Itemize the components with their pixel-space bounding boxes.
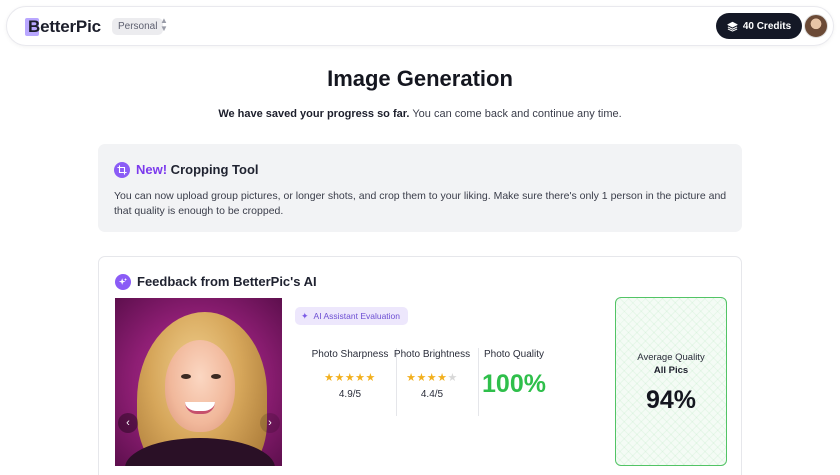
ai-feedback-card: Feedback from BetterPic's AI ‹ › ✦ AI As… <box>98 256 742 475</box>
photo-eye <box>181 374 191 379</box>
top-navigation-bar: BetterPic Personal ▲ ▼ 40 Credits <box>6 6 834 46</box>
carousel-next-button[interactable]: › <box>260 413 280 433</box>
crop-icon <box>114 162 130 178</box>
metric-quality: Photo Quality 100% <box>474 348 554 399</box>
metric-sharpness: Photo Sharpness ★★★★★ 4.9/5 <box>310 348 390 400</box>
crop-notice-title: New! Cropping Tool <box>136 162 259 177</box>
portrait-photo: ‹ › <box>115 298 282 466</box>
carousel-prev-button[interactable]: ‹ <box>118 413 138 433</box>
average-quality-sub: All Pics <box>653 365 689 376</box>
metric-brightness: Photo Brightness ★★★★★ 4.4/5 <box>392 348 472 400</box>
sparkle-icon <box>115 274 131 290</box>
average-quality-label: Average Quality <box>637 352 705 363</box>
subtitle-rest: You can come back and continue any time. <box>409 108 622 120</box>
star-rating: ★★★★★ <box>324 372 376 384</box>
workspace-badge[interactable]: Personal <box>112 18 164 35</box>
credits-button[interactable]: 40 Credits <box>716 13 802 39</box>
crop-title-text: Cropping Tool <box>167 162 259 177</box>
chevron-left-icon: ‹ <box>126 417 130 429</box>
page-title: Image Generation <box>327 66 513 91</box>
metric-label: Photo Quality <box>483 349 545 360</box>
metric-label: Photo Sharpness <box>311 349 389 360</box>
metric-value: 4.4/5 <box>420 389 444 400</box>
feedback-title: Feedback from BetterPic's AI <box>137 274 317 289</box>
metric-label: Photo Brightness <box>393 349 471 360</box>
evaluation-panel: ✦ AI Assistant Evaluation Photo Sharpnes… <box>282 298 607 466</box>
subtitle-bold: We have saved your progress so far. <box>218 108 410 120</box>
photo-face <box>165 340 235 432</box>
brand-name: BetterPic <box>28 17 101 36</box>
sparkle-icon: ✦ <box>301 310 309 321</box>
credits-label: 40 Credits <box>742 20 792 32</box>
photo-eye <box>211 374 221 379</box>
average-quality-card: Average Quality All Pics 94% <box>615 297 727 466</box>
ai-badge-label: AI Assistant Evaluation <box>313 311 401 321</box>
layers-icon <box>727 21 738 32</box>
ai-assistant-badge: ✦ AI Assistant Evaluation <box>295 307 409 325</box>
page-subtitle: We have saved your progress so far. You … <box>0 108 840 120</box>
chevron-right-icon: › <box>268 417 272 429</box>
new-label: New! <box>136 162 168 177</box>
crop-notice-description: You can now upload group pictures, or lo… <box>114 190 727 217</box>
user-avatar[interactable] <box>804 14 828 38</box>
star-rating: ★★★★★ <box>406 372 458 384</box>
cropping-tool-notice: New! Cropping Tool You can now upload gr… <box>98 144 742 232</box>
average-quality-value: 94% <box>645 386 697 414</box>
metric-value: 4.9/5 <box>338 389 362 400</box>
brand-logo[interactable]: BetterPic <box>25 16 101 38</box>
quality-percentage: 100% <box>482 370 546 398</box>
chevron-up-down-icon[interactable]: ▲ ▼ <box>160 17 168 35</box>
